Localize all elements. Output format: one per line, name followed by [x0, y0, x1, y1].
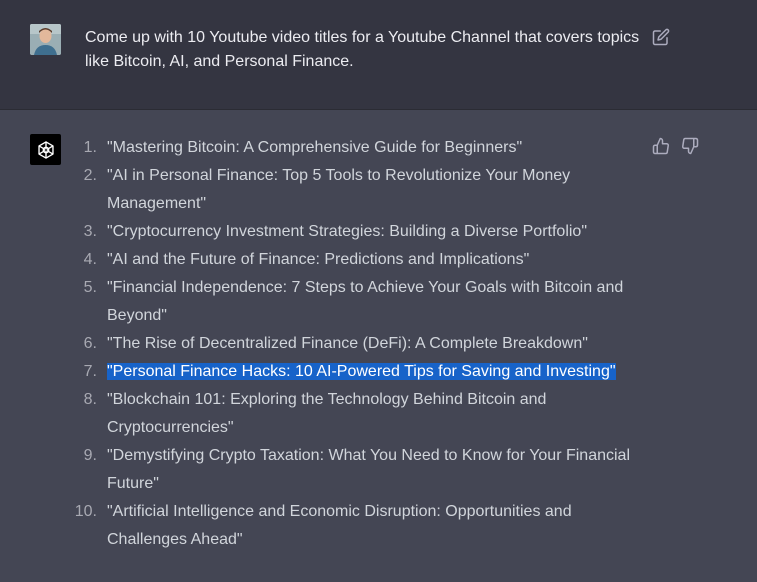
- thumbs-up-icon[interactable]: [652, 137, 670, 155]
- list-number: 7.: [83, 363, 97, 380]
- list-number: 4.: [83, 251, 97, 268]
- list-number: 5.: [83, 279, 97, 296]
- list-item: 9. "Demystifying Crypto Taxation: What Yo…: [72, 442, 632, 498]
- list-item-text: "Demystifying Crypto Taxation: What You …: [107, 447, 630, 492]
- list-item-text: "AI in Personal Finance: Top 5 Tools to …: [107, 167, 571, 212]
- edit-icon[interactable]: [652, 28, 670, 46]
- list-item: 7. "Personal Finance Hacks: 10 AI-Powered…: [72, 358, 632, 386]
- list-item-text: "Mastering Bitcoin: A Comprehensive Guid…: [107, 139, 523, 156]
- thumbs-down-icon[interactable]: [681, 137, 699, 155]
- user-avatar: [30, 24, 61, 55]
- list-item: 1. "Mastering Bitcoin: A Comprehensive Gu…: [72, 134, 632, 162]
- list-item: 8. "Blockchain 101: Exploring the Technol…: [72, 386, 632, 442]
- list-number: 8.: [83, 391, 97, 408]
- list-item-text: "Blockchain 101: Exploring the Technolog…: [107, 391, 547, 436]
- list-number: 2.: [83, 167, 97, 184]
- list-item: 5. "Financial Independence: 7 Steps to Ac…: [72, 274, 632, 330]
- list-item: 3. "Cryptocurrency Investment Strategies:…: [72, 218, 632, 246]
- list-item: 6. "The Rise of Decentralized Finance (De…: [72, 330, 632, 358]
- list-number: 10.: [74, 503, 97, 520]
- list-item-text: "Cryptocurrency Investment Strategies: B…: [107, 223, 588, 240]
- list-number: 6.: [83, 335, 97, 352]
- list-item: 2. "AI in Personal Finance: Top 5 Tools t…: [72, 162, 632, 218]
- list-number: 1.: [83, 139, 97, 156]
- list-item: 10. "Artificial Intelligence and Economic…: [72, 498, 632, 554]
- list-item: 4. "AI and the Future of Finance: Predict…: [72, 246, 632, 274]
- user-avatar-image: [30, 24, 61, 55]
- list-item-text: "The Rise of Decentralized Finance (DeFi…: [107, 335, 588, 352]
- list-item-text: "Artificial Intelligence and Economic Di…: [107, 503, 572, 548]
- list-item-text: "Financial Independence: 7 Steps to Achi…: [107, 279, 624, 324]
- list-item-text: "AI and the Future of Finance: Predictio…: [107, 251, 530, 268]
- list-number: 9.: [83, 447, 97, 464]
- prompt-text: Come up with 10 Youtube video titles for…: [85, 29, 640, 70]
- highlighted-selection-text[interactable]: "Personal Finance Hacks: 10 AI-Powered T…: [107, 363, 616, 380]
- list-number: 3.: [83, 223, 97, 240]
- video-title-list: 1. "Mastering Bitcoin: A Comprehensive Gu…: [72, 134, 632, 554]
- user-message: Come up with 10 Youtube video titles for…: [0, 0, 757, 110]
- assistant-message: 1. "Mastering Bitcoin: A Comprehensive Gu…: [0, 110, 757, 582]
- openai-logo-icon: [30, 134, 61, 165]
